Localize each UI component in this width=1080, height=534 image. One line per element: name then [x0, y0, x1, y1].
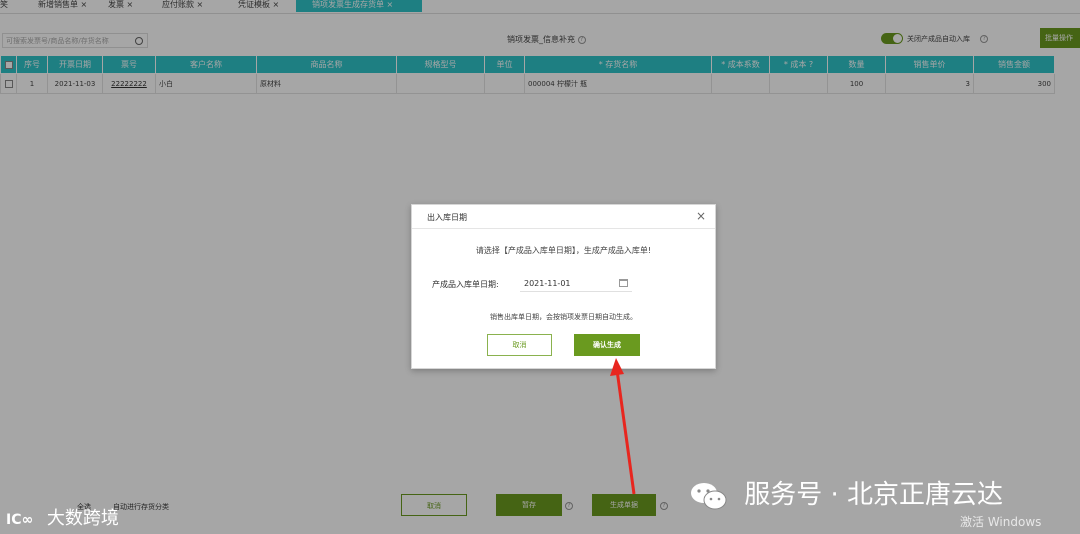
watermark-left-text: 大数跨境	[46, 508, 119, 529]
calendar-icon[interactable]	[619, 279, 628, 287]
date-value: 2021-11-01	[524, 279, 571, 288]
watermark-left: IC∞ 大数跨境	[6, 504, 119, 530]
confirm-generate-button[interactable]: 确认生成	[574, 334, 640, 356]
dialog-title: 出入库日期	[427, 213, 467, 222]
date-field-label: 产成品入库单日期:	[432, 280, 499, 289]
watermark-logo: IC∞	[6, 512, 34, 528]
dialog-cancel-button[interactable]: 取消	[487, 334, 552, 356]
wechat-icon	[691, 482, 727, 509]
watermark-right-text: 服务号 · 北京正唐云达	[744, 480, 1004, 510]
dialog-note: 销售出库单日期，会按销项发票日期自动生成。	[490, 313, 637, 321]
stock-date-dialog: 出入库日期 × 请选择【产成品入库单日期】，生成产成品入库单! 产成品入库单日期…	[411, 204, 716, 369]
windows-activation-watermark: 激活 Windows	[960, 515, 1042, 529]
stock-in-date-input[interactable]: 2021-11-01	[520, 275, 632, 292]
watermark-right: 服务号 · 北京正唐云达	[690, 474, 1003, 511]
close-icon[interactable]: ×	[696, 209, 706, 223]
dialog-header: 出入库日期 ×	[412, 205, 715, 229]
dialog-prompt: 请选择【产成品入库单日期】，生成产成品入库单!	[475, 246, 652, 255]
